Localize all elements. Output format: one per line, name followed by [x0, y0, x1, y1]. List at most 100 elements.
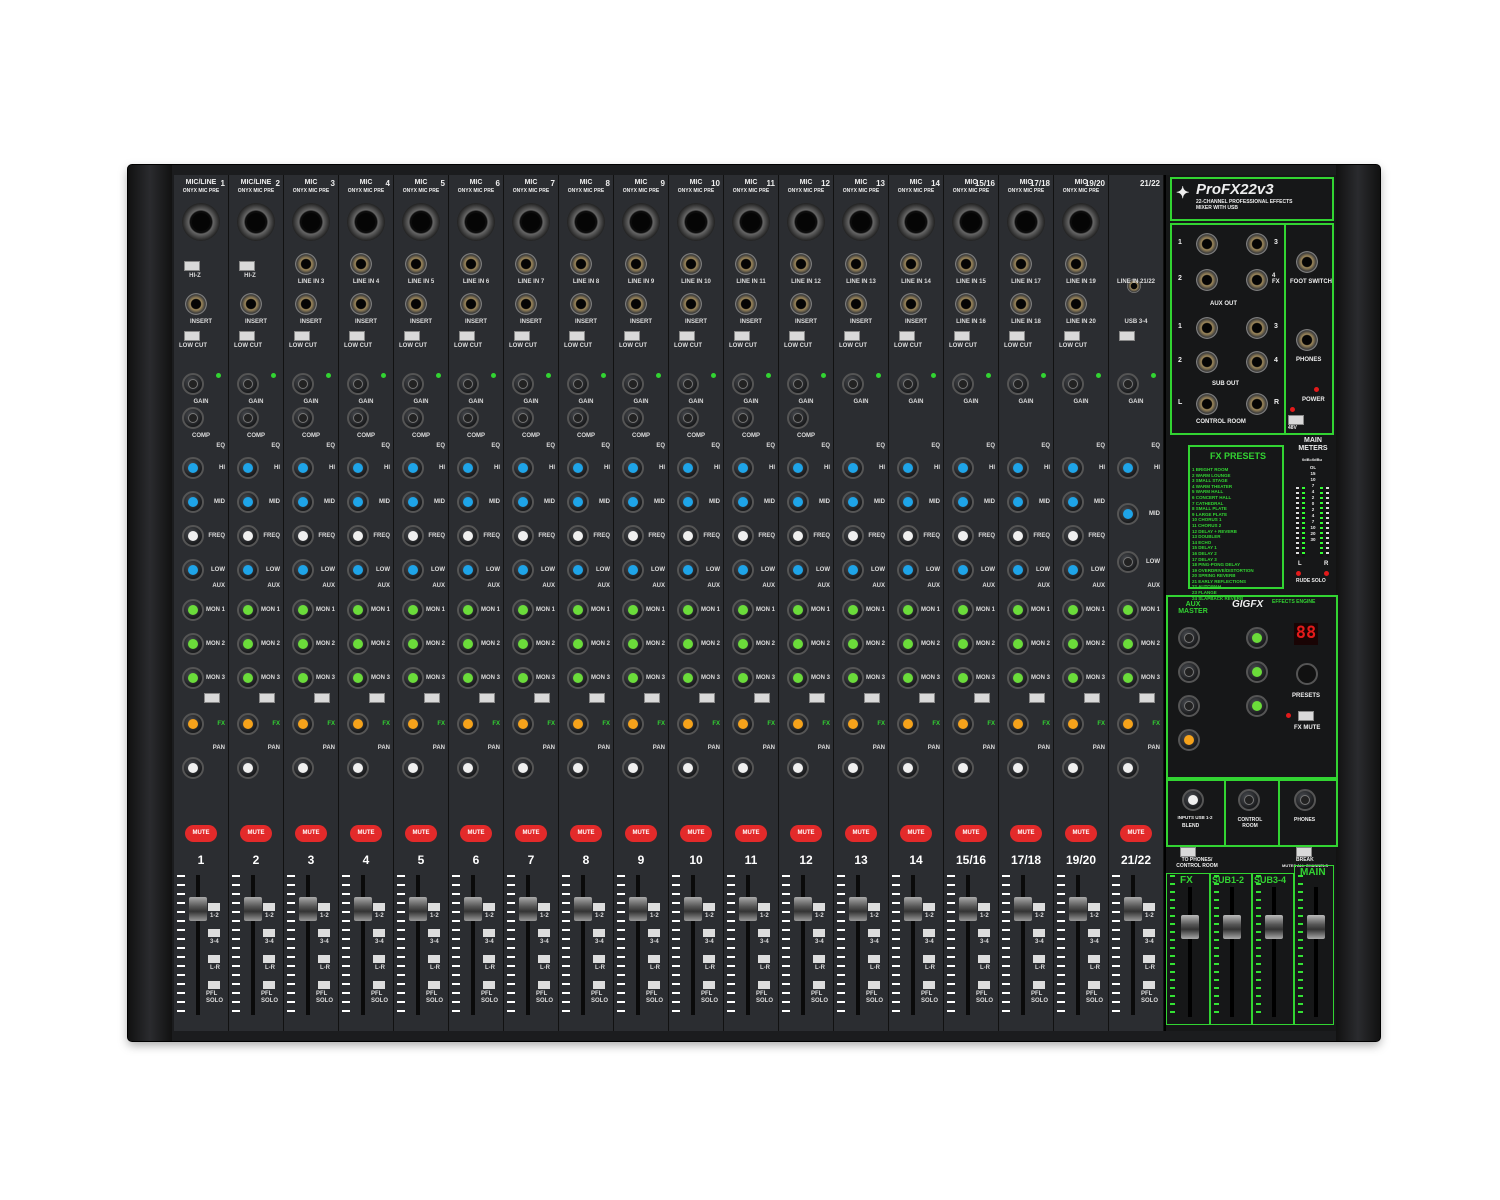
assign-switch[interactable] — [813, 903, 825, 911]
assign-switch[interactable] — [758, 929, 770, 937]
assign-switch[interactable] — [263, 955, 275, 963]
comp-knob[interactable] — [402, 407, 424, 429]
pre-post-switch[interactable] — [259, 693, 275, 703]
pan-knob[interactable] — [897, 757, 919, 779]
assign-switch[interactable] — [318, 903, 330, 911]
mute-button[interactable]: MUTE — [1065, 825, 1097, 842]
channel-fader[interactable] — [629, 897, 647, 921]
aux-mon1-knob[interactable] — [952, 599, 974, 621]
mute-button[interactable]: MUTE — [955, 825, 987, 842]
sub12-fader[interactable] — [1223, 915, 1241, 939]
aux-mon1-knob[interactable] — [1007, 599, 1029, 621]
assign-switch[interactable] — [208, 929, 220, 937]
low-cut-switch[interactable] — [844, 331, 860, 341]
comp-knob[interactable] — [182, 407, 204, 429]
comp-knob[interactable] — [677, 407, 699, 429]
insert-jack[interactable] — [680, 293, 702, 315]
eq-freq-knob[interactable] — [1007, 525, 1029, 547]
eq-freq-knob[interactable] — [182, 525, 204, 547]
aux-mon2-knob[interactable] — [1117, 633, 1139, 655]
channel-fader[interactable] — [959, 897, 977, 921]
pfl-solo-switch[interactable] — [208, 981, 220, 989]
pan-knob[interactable] — [457, 757, 479, 779]
fx-send-knob[interactable] — [237, 713, 259, 735]
aux-mon1-knob[interactable] — [622, 599, 644, 621]
eq-hi-knob[interactable] — [622, 457, 644, 479]
mute-button[interactable]: MUTE — [680, 825, 712, 842]
fx-send-knob[interactable] — [292, 713, 314, 735]
pfl-solo-switch[interactable] — [978, 981, 990, 989]
pre-post-switch[interactable] — [919, 693, 935, 703]
aux-mon2-knob[interactable] — [897, 633, 919, 655]
mic-input-jack[interactable] — [842, 203, 880, 241]
aux-mon2-knob[interactable] — [622, 633, 644, 655]
low-cut-switch[interactable] — [294, 331, 310, 341]
aux-master-mon2-knob[interactable] — [1178, 661, 1200, 683]
mic-input-jack[interactable] — [1062, 203, 1100, 241]
mute-button[interactable]: MUTE — [900, 825, 932, 842]
eq-hi-knob[interactable] — [787, 457, 809, 479]
eq-hi-knob[interactable] — [952, 457, 974, 479]
line-input-jack[interactable] — [735, 253, 757, 275]
aux-out-3-jack[interactable] — [1246, 233, 1268, 255]
eq-freq-knob[interactable] — [897, 525, 919, 547]
mic-input-jack[interactable] — [292, 203, 330, 241]
pre-post-switch[interactable] — [809, 693, 825, 703]
comp-knob[interactable] — [292, 407, 314, 429]
eq-hi-knob[interactable] — [1117, 457, 1139, 479]
aux-mon3-knob[interactable] — [347, 667, 369, 689]
channel-fader[interactable] — [299, 897, 317, 921]
mute-button[interactable]: MUTE — [515, 825, 547, 842]
pan-knob[interactable] — [732, 757, 754, 779]
insert-jack[interactable] — [460, 293, 482, 315]
break-switch[interactable] — [1296, 847, 1312, 857]
eq-freq-knob[interactable] — [1062, 525, 1084, 547]
comp-knob[interactable] — [622, 407, 644, 429]
assign-switch[interactable] — [978, 929, 990, 937]
eq-mid-knob[interactable] — [732, 491, 754, 513]
blend-knob[interactable] — [1182, 789, 1204, 811]
pfl-solo-switch[interactable] — [1143, 981, 1155, 989]
pfl-solo-switch[interactable] — [318, 981, 330, 989]
aux-mon1-knob[interactable] — [402, 599, 424, 621]
assign-switch[interactable] — [813, 929, 825, 937]
pan-knob[interactable] — [237, 757, 259, 779]
eq-hi-knob[interactable] — [677, 457, 699, 479]
gain-knob[interactable] — [1007, 373, 1029, 395]
control-room-r-jack[interactable] — [1246, 393, 1268, 415]
aux-mon3-knob[interactable] — [1117, 667, 1139, 689]
aux-mon2-knob[interactable] — [567, 633, 589, 655]
channel-fader[interactable] — [1014, 897, 1032, 921]
gain-knob[interactable] — [677, 373, 699, 395]
assign-switch[interactable] — [703, 955, 715, 963]
insert-jack[interactable] — [1065, 293, 1087, 315]
assign-switch[interactable] — [373, 903, 385, 911]
48v-switch[interactable] — [1288, 415, 1304, 425]
eq-freq-knob[interactable] — [457, 525, 479, 547]
gain-knob[interactable] — [1117, 373, 1139, 395]
pan-knob[interactable] — [402, 757, 424, 779]
insert-jack[interactable] — [955, 293, 977, 315]
eq-freq-knob[interactable] — [567, 525, 589, 547]
low-cut-switch[interactable] — [404, 331, 420, 341]
eq-mid-knob[interactable] — [347, 491, 369, 513]
aux-mon2-knob[interactable] — [952, 633, 974, 655]
channel-fader[interactable] — [574, 897, 592, 921]
pre-post-switch[interactable] — [204, 693, 220, 703]
aux-mon3-knob[interactable] — [512, 667, 534, 689]
eq-mid-knob[interactable] — [952, 491, 974, 513]
mic-input-jack[interactable] — [897, 203, 935, 241]
fx-send-knob[interactable] — [457, 713, 479, 735]
aux-mon1-knob[interactable] — [292, 599, 314, 621]
eq-hi-knob[interactable] — [512, 457, 534, 479]
fx-send-knob[interactable] — [567, 713, 589, 735]
main-fader[interactable] — [1307, 915, 1325, 939]
gain-knob[interactable] — [897, 373, 919, 395]
to-phones-switch[interactable] — [1180, 847, 1196, 857]
eq-low-knob[interactable] — [402, 559, 424, 581]
eq-low-knob[interactable] — [347, 559, 369, 581]
pre-post-switch[interactable] — [314, 693, 330, 703]
aux-mon3-knob[interactable] — [622, 667, 644, 689]
aux-mon1-knob[interactable] — [347, 599, 369, 621]
assign-switch[interactable] — [593, 955, 605, 963]
